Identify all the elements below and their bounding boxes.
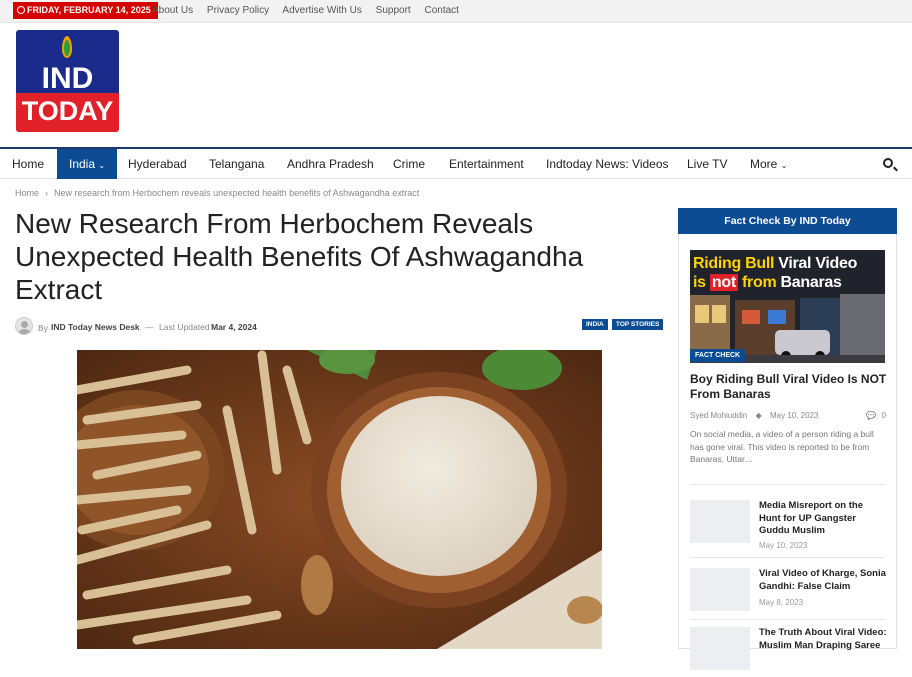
- top-links: About Us Privacy Policy Advertise With U…: [152, 5, 470, 16]
- link-advertise[interactable]: Advertise With Us: [282, 5, 361, 16]
- comment-count[interactable]: 0: [882, 411, 886, 420]
- badge-india[interactable]: INDIA: [582, 319, 608, 330]
- author-name[interactable]: IND Today News Desk: [51, 322, 140, 332]
- author-avatar[interactable]: [15, 317, 33, 335]
- logo-text-today: TODAY: [21, 96, 114, 126]
- list-item-date: May 8, 2023: [759, 598, 804, 607]
- meta-separator: —: [145, 322, 154, 332]
- list-item-date: May 10, 2023: [759, 541, 808, 550]
- nav-more-label: More: [750, 157, 778, 171]
- link-support[interactable]: Support: [376, 5, 411, 16]
- divider: [690, 619, 885, 620]
- nav-andhra-pradesh[interactable]: Andhra Pradesh: [287, 149, 374, 179]
- article-date: Mar 4, 2024: [211, 322, 257, 332]
- nav-telangana[interactable]: Telangana: [209, 149, 264, 179]
- nav-home[interactable]: Home: [12, 149, 44, 179]
- featured-excerpt: On social media, a video of a person rid…: [690, 429, 874, 464]
- nav-hyderabad[interactable]: Hyderabad: [128, 149, 187, 179]
- list-item-title[interactable]: Viral Video of Kharge, Sonia Gandhi: Fal…: [759, 568, 887, 593]
- comment-icon[interactable]: 💬: [866, 411, 876, 420]
- by-label: By: [38, 323, 48, 333]
- ashwagandha-illustration: [77, 350, 602, 649]
- chevron-down-icon: ⌄: [98, 161, 106, 170]
- chevron-right-icon: ›: [45, 188, 49, 198]
- list-item-title[interactable]: The Truth About Viral Video: Muslim Man …: [759, 627, 887, 652]
- image-caption-part: from: [737, 274, 781, 291]
- bullet-icon: ◆: [755, 411, 762, 420]
- clock-icon: [17, 6, 25, 14]
- list-item[interactable]: The Truth About Viral Video: Muslim Man …: [690, 627, 887, 677]
- nav-more[interactable]: More ⌄: [750, 149, 787, 179]
- list-item-thumbnail[interactable]: [690, 500, 750, 543]
- nav-videos[interactable]: Indtoday News: Videos: [546, 149, 669, 179]
- date-badge: FRIDAY, FEBRUARY 14, 2025: [13, 2, 158, 19]
- image-caption-part: is: [693, 274, 710, 291]
- featured-fact-check-image[interactable]: Riding Bull Viral Video is not from Bana…: [690, 250, 885, 363]
- nav-india-label: India: [69, 157, 96, 171]
- article-title: New Research From Herbochem Reveals Unex…: [15, 208, 584, 305]
- image-caption-line1: Riding Bull Viral Video: [693, 255, 857, 273]
- badge-top-stories[interactable]: TOP STORIES: [612, 319, 664, 330]
- hero-image: [77, 350, 602, 649]
- nav-live-tv[interactable]: Live TV: [687, 149, 727, 179]
- featured-author[interactable]: Syed Mohiuddin: [690, 411, 747, 420]
- chevron-down-icon: ⌄: [780, 161, 788, 170]
- list-item-title[interactable]: Media Misreport on the Hunt for UP Gangs…: [759, 500, 887, 538]
- image-caption-not: not: [709, 274, 738, 291]
- sidebar-heading[interactable]: Fact Check By IND Today: [678, 208, 897, 234]
- featured-title[interactable]: Boy Riding Bull Viral Video Is NOT From …: [690, 372, 890, 402]
- divider: [690, 557, 885, 558]
- search-icon[interactable]: [883, 158, 893, 168]
- divider: [690, 484, 885, 485]
- nav-india[interactable]: India ⌄: [57, 149, 118, 179]
- link-contact[interactable]: Contact: [424, 5, 458, 16]
- image-caption-line2: is not from Banaras: [693, 274, 842, 292]
- link-privacy-policy[interactable]: Privacy Policy: [207, 5, 269, 16]
- image-caption-part: Riding Bull: [693, 255, 779, 272]
- nav-crime[interactable]: Crime: [393, 149, 425, 179]
- logo-text-ind: IND: [41, 62, 94, 95]
- list-item-thumbnail[interactable]: [690, 568, 750, 611]
- site-logo[interactable]: IND TODAY: [16, 30, 119, 132]
- current-date: FRIDAY, FEBRUARY 14, 2025: [27, 5, 151, 15]
- fact-check-tag[interactable]: FACT CHECK: [690, 349, 746, 362]
- list-item[interactable]: Viral Video of Kharge, Sonia Gandhi: Fal…: [690, 568, 886, 618]
- nav-entertainment[interactable]: Entertainment: [449, 149, 524, 179]
- article-meta: By IND Today News Desk — Last Updated Ma…: [15, 317, 665, 337]
- image-caption-part: Banaras: [780, 274, 842, 291]
- featured-meta: Syed Mohiuddin ◆ May 10, 2023 💬 0: [690, 411, 886, 420]
- breadcrumb: Home › New research from Herbochem reveals…: [15, 188, 419, 198]
- image-caption-part: Viral Video: [778, 255, 858, 272]
- leaf-icon: [64, 40, 70, 56]
- featured-date: May 10, 2023: [770, 411, 819, 420]
- top-bar: FRIDAY, FEBRUARY 14, 2025 About Us Priva…: [0, 0, 912, 23]
- last-updated-label: Last Updated: [159, 322, 210, 332]
- link-about-us[interactable]: About Us: [152, 5, 193, 16]
- main-nav: Home India ⌄ Hyderabad Telangana Andhra …: [0, 147, 912, 179]
- breadcrumb-home[interactable]: Home: [15, 188, 39, 198]
- list-item[interactable]: Media Misreport on the Hunt for UP Gangs…: [690, 500, 886, 550]
- breadcrumb-current: New research from Herbochem reveals unex…: [54, 188, 420, 198]
